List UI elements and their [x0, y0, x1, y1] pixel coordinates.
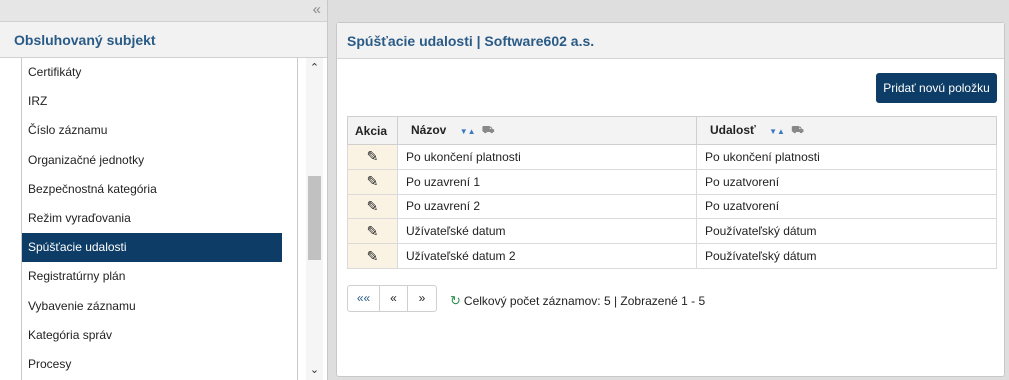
pagination: «« « » [347, 285, 437, 312]
cell-nazov: Po uzavrení 1 [397, 168, 697, 195]
column-header-label: Udalosť [710, 123, 756, 138]
pencil-icon[interactable]: ✎ [367, 248, 379, 265]
action-cell: ✎ [347, 243, 398, 269]
record-count-status: ↻ Celkový počet záznamov: 5 | Zobrazené 1… [450, 293, 705, 309]
column-header-udalost[interactable]: Udalosť ▼▲ ⛟ [696, 116, 997, 145]
filter-icon[interactable]: ⛟ [482, 125, 495, 138]
add-item-button[interactable]: Pridať novú položku [876, 73, 997, 103]
events-table: Akcia Názov ▼▲ ⛟ Udalosť ▼▲ ⛟ ✎ Po ukonče… [347, 116, 997, 269]
cell-udalost: Po ukončení platnosti [696, 144, 997, 170]
tree-scrollbar[interactable]: ⌃ ⌄ [306, 58, 323, 380]
sort-icon[interactable]: ▼▲ [769, 127, 785, 136]
table-row[interactable]: ✎ Po uzavrení 1 Po uzatvorení [347, 168, 997, 195]
cell-udalost: Po uzatvorení [696, 193, 997, 220]
column-header-nazov[interactable]: Názov ▼▲ ⛟ [397, 116, 697, 145]
page-title: Spúšťacie udalosti | Software602 a.s. [337, 23, 1004, 59]
collapse-bar: « [0, 0, 327, 22]
column-header-akcia: Akcia [347, 116, 398, 145]
scroll-down-icon[interactable]: ⌄ [306, 362, 323, 378]
action-cell: ✎ [347, 193, 398, 220]
cell-udalost: Po uzatvorení [696, 168, 997, 195]
table-row[interactable]: ✎ Užívateľské datum 2 Používateľský dátum [347, 243, 997, 269]
pencil-icon[interactable]: ✎ [367, 148, 379, 165]
cell-udalost: Používateľský dátum [696, 218, 997, 245]
cell-udalost: Používateľský dátum [696, 243, 997, 269]
first-page-button[interactable]: «« [348, 286, 380, 311]
table-row[interactable]: ✎ Užívateľské datum Používateľský dátum [347, 218, 997, 245]
table-row[interactable]: ✎ Po uzavrení 2 Po uzatvorení [347, 193, 997, 220]
cell-nazov: Po ukončení platnosti [397, 144, 697, 170]
next-page-button[interactable]: » [408, 286, 436, 311]
prev-page-button[interactable]: « [380, 286, 408, 311]
action-cell: ✎ [347, 218, 398, 245]
left-panel-title: Obsluhovaný subjekt [0, 22, 327, 58]
sidebar-item[interactable]: Bezpečnostná kategória [22, 175, 297, 204]
column-header-label: Názov [411, 123, 447, 138]
right-panel: Spúšťacie udalosti | Software602 a.s. Pr… [336, 22, 1005, 377]
sidebar-item[interactable]: Procesy [22, 350, 297, 379]
sidebar-item[interactable]: Certifikáty [22, 58, 297, 87]
pencil-icon[interactable]: ✎ [367, 173, 379, 190]
sidebar-item[interactable]: Organizačné jednotky [22, 146, 297, 175]
pencil-icon[interactable]: ✎ [367, 198, 379, 215]
cell-nazov: Užívateľské datum [397, 218, 697, 245]
scroll-thumb[interactable] [308, 176, 321, 260]
left-panel: « Obsluhovaný subjekt Certifikáty IRZ Čísl… [0, 0, 328, 380]
sidebar-item[interactable]: IRZ [22, 87, 297, 116]
sidebar-item[interactable]: Číslo záznamu [22, 116, 297, 145]
record-count-text: Celkový počet záznamov: 5 | Zobrazené 1 … [463, 294, 706, 308]
sidebar-item[interactable]: Spúšťacie udalosti [22, 233, 282, 263]
sidebar-item[interactable]: Registratúrny plán [22, 262, 297, 291]
cell-nazov: Užívateľské datum 2 [397, 243, 697, 269]
scroll-up-icon[interactable]: ⌃ [306, 60, 323, 76]
pencil-icon[interactable]: ✎ [367, 223, 379, 240]
sort-icon[interactable]: ▼▲ [460, 127, 476, 136]
filter-icon[interactable]: ⛟ [791, 125, 804, 138]
sidebar-item[interactable]: Vybavenie záznamu [22, 292, 297, 321]
cell-nazov: Po uzavrení 2 [397, 193, 697, 220]
sidebar-item[interactable]: Režim vyraďovania [22, 204, 297, 233]
sidebar-item[interactable]: Kategória správ [22, 321, 297, 350]
subject-menu: Certifikáty IRZ Číslo záznamu Organizačné j… [22, 58, 298, 380]
action-cell: ✎ [347, 144, 398, 170]
tree-indent-line [12, 58, 22, 380]
refresh-icon[interactable]: ↻ [450, 293, 461, 308]
collapse-icon[interactable]: « [313, 2, 321, 18]
tree-area: Certifikáty IRZ Číslo záznamu Organizačné j… [0, 58, 328, 380]
action-cell: ✎ [347, 168, 398, 195]
table-row[interactable]: ✎ Po ukončení platnosti Po ukončení platno… [347, 144, 997, 170]
